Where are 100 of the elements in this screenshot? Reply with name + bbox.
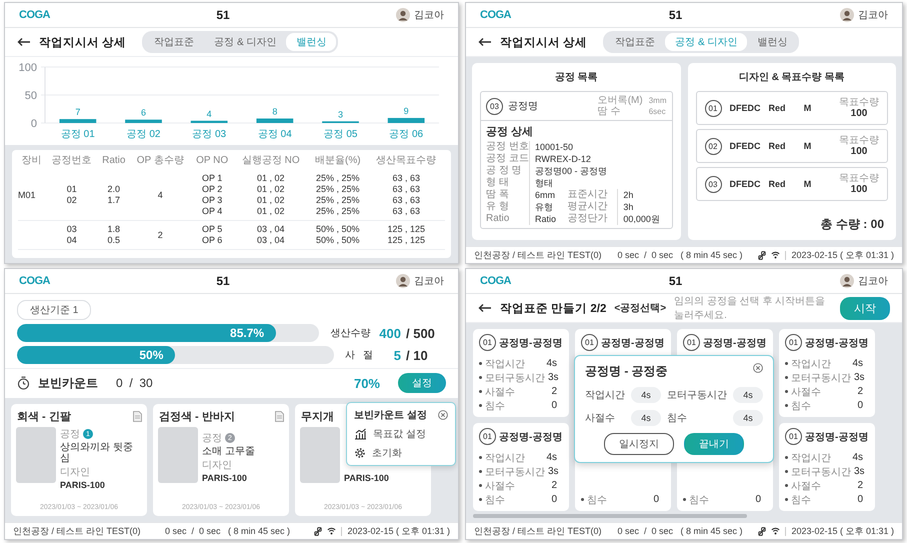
stat-value: 0 [755,494,762,505]
category-label: 공정 02 [126,129,160,140]
hint-text: 임의의 공정을 선택 후 시작버튼을 눌러주세요. [674,295,826,322]
user-name: 김코아 [414,275,444,288]
process-number: 01 [581,334,598,351]
data-label: 8 [272,106,278,117]
table-cell: 50% , 50% 50% , 50% [316,224,360,246]
design-color: Red [768,179,787,189]
status-timer: 0 sec / 0 sec ( 8 min 45 sec ) [617,526,742,536]
category-label: 공정 03 [192,129,226,140]
stat-label: 침수 [791,400,811,412]
stat-value: 2 [857,386,864,397]
stat-value: 2 [551,386,558,397]
target-value: 100 [850,146,868,157]
page-title: 작업지시서 상세 [500,36,588,50]
data-label: 4 [206,108,212,119]
table-cell: 2 [158,230,163,240]
process-number: 01 [683,334,700,351]
column-header: OP NO [195,154,230,168]
design-label: 디자인 [202,459,233,472]
stat-value: 4s [852,358,864,369]
product-title: 무지개 [301,410,334,424]
design-code: DFEDC [730,141,760,151]
process-name: 상의와끼와 뒷중심 [60,442,134,464]
design-label: 디자인 [60,466,91,479]
y-axis-label: 100 [18,62,37,74]
detail-value: 공정명00 - 공정명 [535,165,608,177]
stat-label: 모터구동시간 [791,372,851,384]
bobbin-percent: 70% [354,376,380,390]
stat-label: 사절수 [485,480,515,492]
detail-value: 00,000원 [623,213,661,225]
field-label: 사절수 [585,412,616,425]
data-label: 9 [404,106,409,116]
table-cell: 01 , 02 01 , 02 01 , 02 01 , 02 [256,173,284,217]
stat-label: 침수 [587,494,607,506]
stat-value: 4s [546,358,558,369]
bobbin-count-label: 보빈카운트 [38,374,98,392]
design-code: DFEDC [730,103,760,113]
progress-percent: 50% [139,348,164,362]
table-cell: 125 , 125 125 , 125 [387,224,426,246]
category-label: 공정 01 [60,129,95,140]
detail-label: 땀 폭 [486,189,530,201]
detail-value: 10001-50 [535,141,574,153]
user-name: 김코아 [858,9,888,22]
stat-value: 0 [653,494,660,505]
category-label: 공정 06 [389,129,424,140]
detail-value: RWREX-D-12 [535,153,592,165]
table-cell: 03 04 [66,224,77,246]
item-number: 03 [704,176,722,192]
total-quantity: 총 수량 : 00 [820,216,885,233]
table-cell: OP 5 OP 6 [202,224,222,246]
meta-value: 6sec [648,106,666,117]
product-title: 회색 - 긴팔 [17,410,71,424]
target-value: 100 [850,108,868,119]
detail-value: Ratio [535,213,558,225]
progress-total: / 500 [406,326,436,340]
screen-number: 51 [668,8,682,22]
progress-value: 5 [394,348,401,362]
page-title: 작업지시서 상세 [39,36,126,50]
progress-value: 400 [379,326,401,340]
category-label: 공정 04 [258,129,292,140]
stat-label: 작업시간 [485,452,525,464]
column-header: 실행공정 NO [240,154,301,168]
stat-label: 사절수 [791,480,821,492]
table-cell: 03 , 04 03 , 04 [256,224,284,246]
column-header: 장비 [20,154,43,168]
detail-value: 유형 [535,201,554,213]
design-color: Red [768,141,787,151]
target-label: 목표수량 [839,97,879,108]
table-cell: 25% , 25% 25% , 25% 25% , 25% 25% , 25% [316,173,360,217]
data-label: 3 [338,109,343,120]
status-datetime: 2023-02-15 ( 오후 01:31 ) [791,248,894,262]
item-number: 01 [704,100,722,116]
stat-value: 3s [854,372,866,383]
page-title: 작업표준 만들기 2/2 [500,302,606,316]
detail-label: 공정단가 [568,213,618,225]
detail-value: 형태 [535,177,554,189]
detail-title: 공정 상세 [485,125,534,140]
screen-number: 51 [216,8,230,22]
y-axis-label: 50 [24,90,37,102]
page-subtitle: <공정선택> [614,302,666,315]
stat-value: 2 [857,480,864,491]
field-label: 침수 [667,412,688,425]
field-value: 4s [733,387,763,403]
stat-value: 0 [857,400,864,411]
column-header: Ratio [101,154,126,168]
logo: COGA [480,9,511,21]
category-label: 공정 05 [324,129,358,140]
user-name: 김코아 [414,9,444,22]
stat-label: 모터구동시간 [791,466,851,478]
data-label: 6 [141,108,146,118]
logo: COGA [19,9,50,21]
screen-number: 51 [668,274,682,288]
stat-value: 3s [548,466,560,477]
stat-label: 침수 [485,494,505,506]
column-header: 생산목표수량 [375,154,438,168]
table-cell: OP 1 OP 2 OP 3 OP 4 [202,173,222,217]
process-name: 공정명-공정명 [601,336,664,350]
target-label: 목표수량 [839,173,879,184]
process-name: 공정명-공정명 [499,430,562,444]
